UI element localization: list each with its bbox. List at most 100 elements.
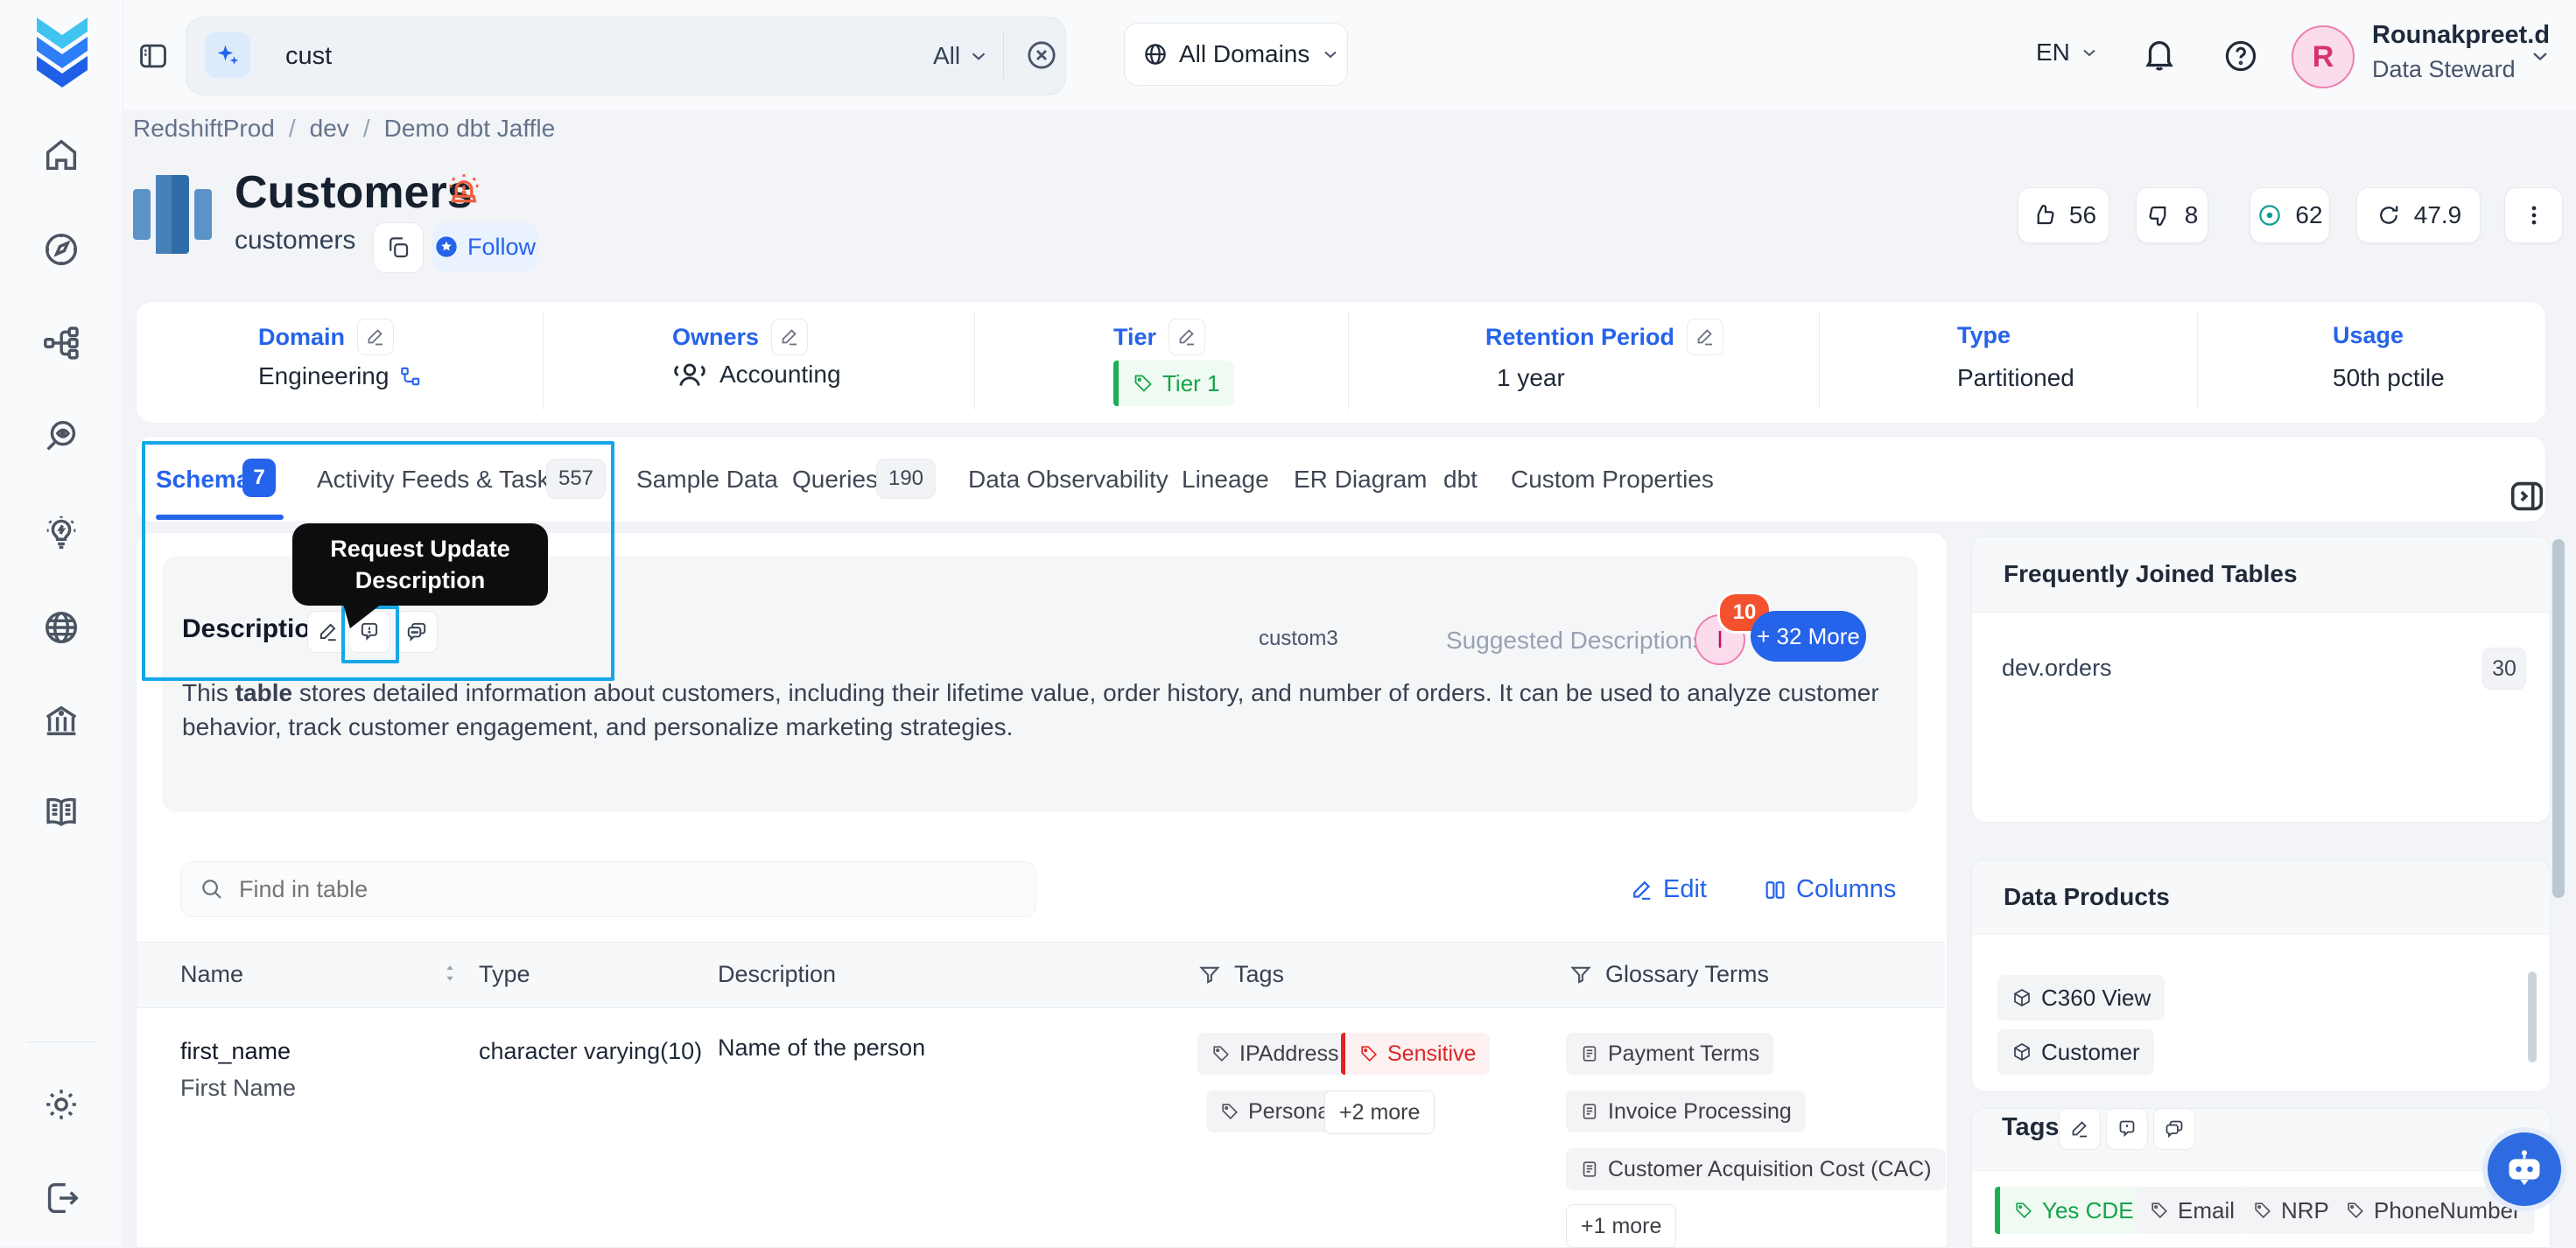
tag-pill-sensitive[interactable]: Sensitive (1341, 1033, 1491, 1075)
asset-qualified-name: customers (235, 226, 356, 255)
atlan-logo[interactable] (32, 18, 93, 88)
owners-edit-icon[interactable] (771, 319, 809, 355)
chat-assistant-button[interactable] (2482, 1127, 2566, 1211)
copy-name-button[interactable] (373, 222, 424, 273)
search-input[interactable]: cust (285, 42, 332, 71)
find-in-table[interactable] (180, 861, 1036, 917)
sidebar-toggle-icon[interactable] (137, 39, 170, 73)
data-product-label: C360 View (2041, 984, 2151, 1011)
target-icon (2257, 202, 2283, 228)
description-text-suffix: stores detailed information about custom… (182, 679, 1879, 740)
governance-bank-icon[interactable] (41, 701, 81, 741)
domain-edit-icon[interactable] (357, 319, 395, 355)
search-clear-icon[interactable] (1024, 38, 1059, 73)
glossary-label: Invoice Processing (1608, 1098, 1792, 1124)
tag-icon (1133, 373, 1154, 394)
description-text: This table stores detailed information a… (182, 676, 1898, 744)
glossary-pill[interactable]: Payment Terms (1566, 1033, 1774, 1075)
find-in-table-input[interactable] (237, 874, 993, 904)
tier-edit-icon[interactable] (1169, 319, 1206, 355)
announcement-alarm-icon[interactable] (445, 172, 483, 210)
col-header-name[interactable]: Name (180, 961, 243, 988)
tab-queries[interactable]: Queries (792, 466, 878, 494)
tab-er-diagram[interactable]: ER Diagram (1294, 466, 1427, 494)
glossary-pill[interactable]: Invoice Processing (1566, 1090, 1806, 1132)
lineage-flow-icon[interactable] (41, 323, 81, 363)
custom-metadata-label: custom3 (1259, 627, 1338, 650)
insights-bulb-icon[interactable] (41, 513, 81, 553)
tab-lineage[interactable]: Lineage (1182, 466, 1269, 494)
chevron-down-icon (967, 45, 990, 67)
col-header-description[interactable]: Description (718, 961, 836, 988)
tag-pill[interactable]: NRP (2239, 1187, 2343, 1234)
glossary-doc-icon (1580, 1102, 1599, 1121)
observe-search-eye-icon[interactable] (41, 417, 81, 457)
tooltip-line2: Description (354, 567, 486, 593)
tag-icon (1220, 1102, 1239, 1121)
tab-dbt[interactable]: dbt (1443, 466, 1478, 494)
logout-icon[interactable] (41, 1178, 81, 1218)
notifications-bell-icon[interactable] (2139, 35, 2179, 75)
tags-filter-funnel-icon[interactable] (1197, 963, 1222, 987)
more-suggestions-button[interactable]: + 32 More (1751, 611, 1866, 662)
frequently-joined-title: Frequently Joined Tables (1972, 536, 2550, 613)
home-icon[interactable] (41, 135, 81, 175)
follow-label: Follow (467, 233, 537, 260)
glossary-pill[interactable]: Customer Acquisition Cost (CAC) (1566, 1148, 1946, 1190)
col-header-tags[interactable]: Tags (1234, 961, 1284, 988)
tag-pill[interactable]: IPAddress (1197, 1033, 1353, 1075)
tab-data-observability[interactable]: Data Observability (968, 466, 1169, 494)
glossary-book-icon[interactable] (41, 792, 81, 832)
right-panel-toggle-icon[interactable] (2507, 476, 2547, 516)
data-product-pill[interactable]: Customer (1997, 1029, 2154, 1075)
breadcrumb-item-database[interactable]: Demo dbt Jaffle (384, 115, 556, 143)
web-globe-icon[interactable] (41, 607, 81, 648)
tier-value-badge[interactable]: Tier 1 (1113, 361, 1234, 406)
sort-icon[interactable] (438, 961, 462, 985)
discover-compass-icon[interactable] (41, 229, 81, 270)
col-header-type[interactable]: Type (479, 961, 530, 988)
row-column-name[interactable]: first_name (180, 1038, 291, 1065)
likes-button[interactable]: 56 (2018, 187, 2109, 243)
columns-button[interactable]: Columns (1763, 875, 1896, 904)
dislikes-button[interactable]: 8 (2136, 187, 2208, 243)
glossary-more-pill[interactable]: +1 more (1566, 1204, 1677, 1248)
settings-gear-icon[interactable] (41, 1084, 81, 1125)
search-scope-dropdown[interactable]: All (933, 42, 990, 70)
panel-scrollbar[interactable] (2528, 971, 2537, 1062)
tags-edit-button[interactable] (2059, 1108, 2101, 1150)
tab-queries-badge: 190 (876, 459, 936, 499)
columns-label: Columns (1796, 875, 1897, 903)
user-avatar[interactable]: R (2292, 25, 2355, 88)
col-header-glossary[interactable]: Glossary Terms (1605, 961, 1769, 988)
tab-custom-properties[interactable]: Custom Properties (1511, 466, 1714, 494)
score-button[interactable]: 62 (2250, 187, 2330, 243)
tag-pill[interactable]: Email (2136, 1187, 2250, 1234)
breadcrumb-item-schema[interactable]: dev (310, 115, 349, 143)
tab-sample-data[interactable]: Sample Data (636, 466, 778, 494)
edit-columns-button[interactable]: Edit (1630, 875, 1707, 904)
domain-value: Engineering (258, 362, 390, 389)
search-icon (199, 876, 225, 902)
data-product-pill[interactable]: C360 View (1997, 975, 2165, 1020)
glossary-filter-funnel-icon[interactable] (1569, 963, 1593, 987)
usage-value: 50th pctile (2333, 364, 2445, 391)
retention-edit-icon[interactable] (1687, 319, 1724, 355)
freshness-button[interactable]: 47.9 (2356, 187, 2481, 243)
all-domains-button[interactable]: All Domains (1124, 23, 1348, 86)
tag-pill-yes-cde[interactable]: Yes CDE (1995, 1187, 2148, 1234)
language-selector[interactable]: EN (2036, 39, 2100, 67)
tags-chat-button[interactable] (2153, 1108, 2195, 1150)
help-icon[interactable] (2222, 37, 2260, 75)
follow-button[interactable]: Follow (432, 222, 537, 271)
page-scrollbar[interactable] (2552, 539, 2565, 898)
domain-value-row[interactable]: Engineering (258, 362, 422, 390)
tags-more-pill[interactable]: +2 more (1324, 1090, 1435, 1134)
user-menu-chevron-icon[interactable] (2528, 44, 2552, 68)
breadcrumb-item-connection[interactable]: RedshiftProd (133, 115, 275, 143)
joined-table-name[interactable]: dev.orders (2002, 655, 2112, 682)
more-actions-button[interactable] (2504, 187, 2563, 243)
owners-value-row[interactable]: Accounting (672, 357, 841, 392)
pencil-icon (1630, 878, 1654, 902)
tags-request-update-button[interactable] (2106, 1108, 2148, 1150)
